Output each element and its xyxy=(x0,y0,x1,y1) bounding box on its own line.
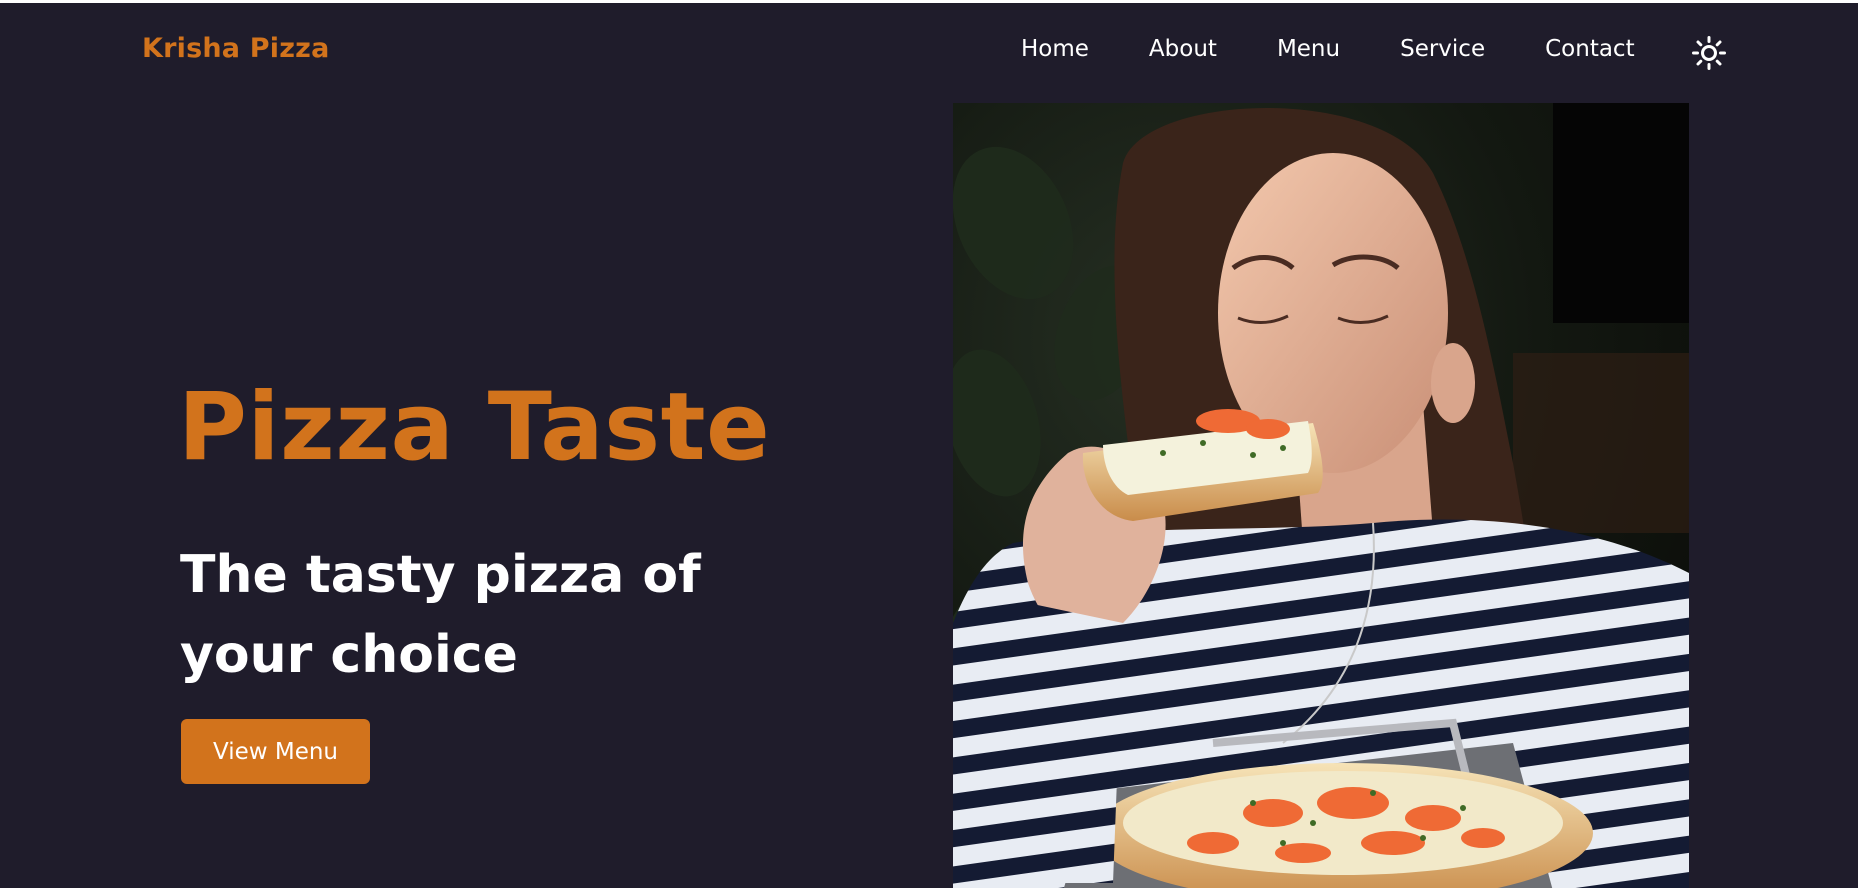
hero-subtitle: The tasty pizza of your choice xyxy=(180,545,701,685)
view-menu-button[interactable]: View Menu xyxy=(181,719,370,784)
nav-contact[interactable]: Contact xyxy=(1545,36,1634,62)
nav-about[interactable]: About xyxy=(1149,36,1217,62)
nav-service[interactable]: Service xyxy=(1400,36,1485,62)
main-nav: Home About Menu Service Contact xyxy=(1021,36,1635,62)
nav-menu[interactable]: Menu xyxy=(1277,36,1340,62)
landing-page: Krisha Pizza Home About Menu Service Con… xyxy=(0,0,1858,888)
pizza-photo xyxy=(953,103,1689,888)
theme-toggle-button[interactable] xyxy=(1691,35,1727,71)
nav-home[interactable]: Home xyxy=(1021,36,1089,62)
sun-icon xyxy=(1692,36,1726,70)
hero-photo xyxy=(953,103,1689,888)
brand-logo[interactable]: Krisha Pizza xyxy=(142,33,330,64)
hero-title: Pizza Taste xyxy=(178,373,771,482)
navbar: Krisha Pizza Home About Menu Service Con… xyxy=(0,3,1858,101)
